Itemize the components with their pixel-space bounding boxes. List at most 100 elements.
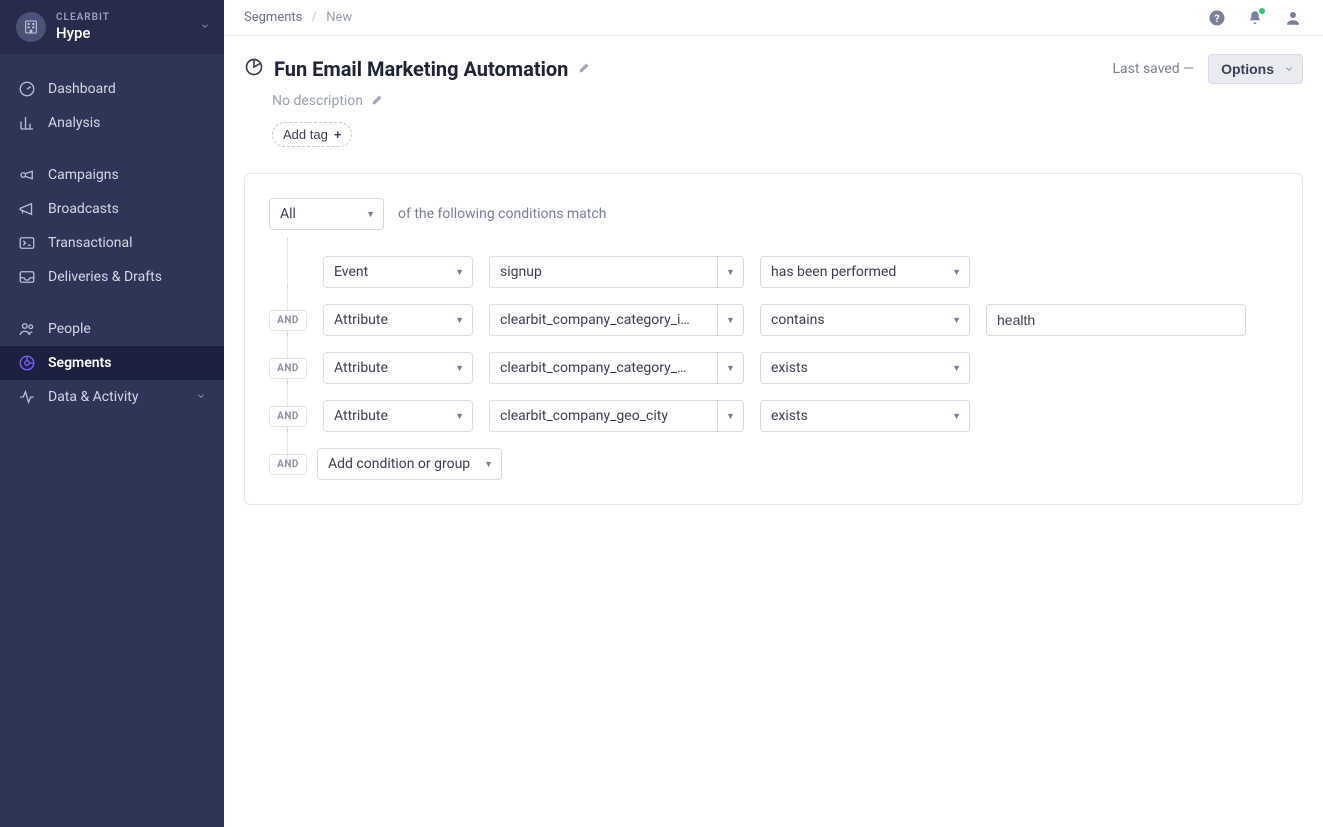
dropdown-button[interactable]: ▼: [718, 304, 744, 336]
chevron-down-icon: [200, 19, 210, 35]
megaphone-icon: [18, 200, 36, 218]
sidebar-item-label: Segments: [48, 355, 111, 371]
sidebar-item-broadcasts[interactable]: Broadcasts: [0, 192, 224, 226]
condition-row: Event ▼ signup ▼ has been performed ▼: [269, 248, 1278, 296]
and-chip: AND: [269, 358, 307, 379]
breadcrumb-root[interactable]: Segments: [244, 10, 302, 25]
condition-rows: Event ▼ signup ▼ has been performed ▼: [269, 248, 1278, 480]
select-value: signup: [500, 264, 693, 280]
caret-icon: ▼: [952, 267, 961, 278]
caret-icon: ▼: [455, 267, 464, 278]
dropdown-button[interactable]: ▼: [718, 400, 744, 432]
campaign-icon: [18, 166, 36, 184]
condition-operator-select[interactable]: has been performed ▼: [760, 256, 970, 288]
condition-operator-select[interactable]: exists ▼: [760, 400, 970, 432]
plus-icon: +: [334, 127, 342, 142]
and-chip: AND: [269, 406, 307, 427]
topbar: Segments / New ?: [224, 0, 1323, 36]
segment-icon: [244, 57, 264, 81]
dropdown-button[interactable]: ▼: [718, 352, 744, 384]
condition-row: AND Attribute ▼ clearbit_company_geo_cit…: [269, 392, 1278, 440]
add-condition-row: AND Add condition or group ▼: [269, 440, 1278, 480]
condition-type-select[interactable]: Attribute ▼: [323, 352, 473, 384]
page-title: Fun Email Marketing Automation: [274, 57, 568, 81]
condition-operator-select[interactable]: exists ▼: [760, 352, 970, 384]
select-value: contains: [771, 312, 825, 328]
sidebar-item-label: Deliveries & Drafts: [48, 269, 162, 285]
segment-icon: [18, 354, 36, 372]
add-tag-label: Add tag: [283, 127, 328, 142]
condition-row: AND Attribute ▼ clearbit_company_categor…: [269, 296, 1278, 344]
activity-icon: [18, 388, 36, 406]
caret-icon: ▼: [484, 459, 493, 470]
chart-icon: [18, 114, 36, 132]
conditions-card: All ▼ of the following conditions match …: [244, 173, 1303, 505]
caret-icon: ▼: [952, 363, 961, 374]
inbox-icon: [18, 268, 36, 286]
sidebar-item-data-activity[interactable]: Data & Activity: [0, 380, 224, 414]
condition-type-select[interactable]: Attribute ▼: [323, 304, 473, 336]
and-chip: AND: [269, 310, 307, 331]
select-value: exists: [771, 408, 808, 424]
edit-title-button[interactable]: [578, 60, 592, 78]
caret-icon: ▼: [455, 315, 464, 326]
edit-description-button[interactable]: [371, 92, 385, 110]
sidebar-item-label: Campaigns: [48, 167, 119, 183]
sidebar-item-deliveries[interactable]: Deliveries & Drafts: [0, 260, 224, 294]
select-value: Attribute: [334, 360, 388, 376]
condition-operator-select[interactable]: contains ▼: [760, 304, 970, 336]
sidebar-item-people[interactable]: People: [0, 312, 224, 346]
description-text: No description: [272, 93, 363, 109]
workspace-switcher[interactable]: CLEARBIT Hype: [0, 0, 224, 54]
caret-icon: ▼: [455, 363, 464, 374]
condition-type-select[interactable]: Attribute ▼: [323, 400, 473, 432]
sidebar-item-segments[interactable]: Segments: [0, 346, 224, 380]
sidebar: CLEARBIT Hype Dashboard Analysis Campaig…: [0, 0, 224, 827]
and-chip: AND: [269, 454, 307, 475]
sidebar-item-label: Data & Activity: [48, 389, 139, 405]
condition-value-select[interactable]: signup: [489, 256, 718, 288]
caret-icon: ▼: [952, 411, 961, 422]
condition-value-select[interactable]: clearbit_company_geo_city: [489, 400, 718, 432]
match-mode-value: All: [280, 206, 296, 222]
terminal-icon: [18, 234, 36, 252]
gauge-icon: [18, 80, 36, 98]
condition-value-select[interactable]: clearbit_company_category_indu: [489, 304, 718, 336]
last-saved-text: Last saved —: [1113, 61, 1195, 77]
select-value: Attribute: [334, 312, 388, 328]
condition-value-select[interactable]: clearbit_company_category_sub_: [489, 352, 718, 384]
chevron-down-icon: [196, 389, 206, 405]
breadcrumb-separator: /: [312, 10, 317, 25]
help-icon[interactable]: ?: [1207, 8, 1227, 28]
sidebar-item-dashboard[interactable]: Dashboard: [0, 72, 224, 106]
select-value: Attribute: [334, 408, 388, 424]
people-icon: [18, 320, 36, 338]
sidebar-item-transactional[interactable]: Transactional: [0, 226, 224, 260]
add-tag-button[interactable]: Add tag +: [272, 122, 352, 147]
caret-icon: ▼: [366, 209, 375, 220]
select-value: clearbit_company_geo_city: [500, 408, 693, 424]
sidebar-item-analysis[interactable]: Analysis: [0, 106, 224, 140]
add-condition-label: Add condition or group: [328, 456, 470, 472]
sidebar-item-label: Dashboard: [48, 81, 116, 97]
svg-text:?: ?: [1214, 11, 1219, 24]
notifications-icon[interactable]: [1245, 8, 1265, 28]
breadcrumb-current: New: [326, 10, 352, 25]
condition-row: AND Attribute ▼ clearbit_company_categor…: [269, 344, 1278, 392]
dropdown-button[interactable]: ▼: [718, 256, 744, 288]
match-text: of the following conditions match: [398, 206, 606, 222]
workspace-org: CLEARBIT: [56, 12, 110, 24]
user-icon[interactable]: [1283, 8, 1303, 28]
match-mode-select[interactable]: All ▼: [269, 198, 384, 230]
options-button[interactable]: Options: [1208, 54, 1303, 84]
breadcrumb: Segments / New: [244, 10, 352, 25]
condition-value-input[interactable]: [986, 304, 1246, 336]
condition-type-select[interactable]: Event ▼: [323, 256, 473, 288]
workspace-logo-icon: [16, 12, 46, 42]
page-header: Fun Email Marketing Automation Last save…: [224, 36, 1323, 157]
sidebar-item-label: Transactional: [48, 235, 133, 251]
add-condition-select[interactable]: Add condition or group ▼: [317, 448, 502, 480]
sidebar-item-label: Broadcasts: [48, 201, 119, 217]
sidebar-item-campaigns[interactable]: Campaigns: [0, 158, 224, 192]
chevron-down-icon: [1284, 61, 1294, 77]
